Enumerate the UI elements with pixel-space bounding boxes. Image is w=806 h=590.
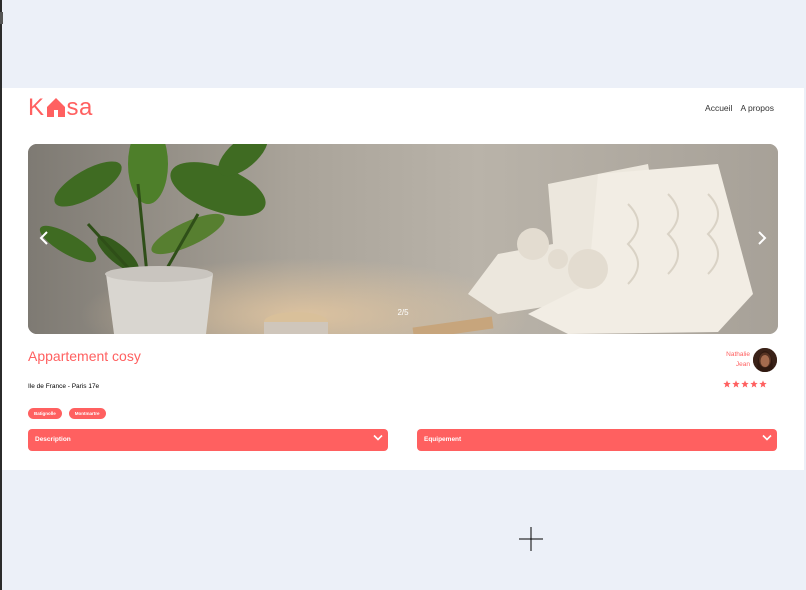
host-name: Nathalie Jean [726, 350, 750, 370]
crosshair-cursor-icon [519, 527, 543, 551]
star-icon [723, 380, 731, 388]
carousel-photo [28, 144, 778, 334]
next-arrow[interactable] [754, 230, 770, 246]
chevron-down-icon[interactable] [373, 434, 383, 442]
rating-stars [723, 380, 767, 388]
chevron-down-icon[interactable] [762, 434, 772, 442]
avatar-photo [753, 348, 777, 372]
description-collapse[interactable]: Description [28, 429, 388, 451]
description-label: Description [35, 436, 71, 443]
slide-counter: 2/5 [397, 308, 409, 317]
star-icon [750, 380, 758, 388]
listing-page: K sa Accueil A propos 2/5 Appartement co… [2, 88, 804, 470]
main-nav: Accueil A propos [705, 103, 774, 113]
tag-list: Batignolle Montmartre [28, 408, 106, 419]
listing-location: Ile de France - Paris 17e [28, 383, 100, 390]
nav-link-accueil[interactable]: Accueil [705, 103, 732, 113]
equipment-label: Equipement [424, 436, 462, 443]
avatar [753, 348, 777, 372]
equipment-collapse[interactable]: Equipement [417, 429, 777, 451]
window-edge-tick [0, 12, 3, 24]
star-icon [732, 380, 740, 388]
house-icon [46, 98, 65, 117]
tag: Montmartre [68, 408, 106, 419]
kasa-logo[interactable]: K sa [28, 95, 93, 121]
previous-arrow[interactable] [36, 230, 52, 246]
logo-letter-k: K [28, 94, 45, 121]
host-last-name: Jean [735, 361, 750, 368]
star-icon [759, 380, 767, 388]
chevron-right-icon [758, 231, 767, 245]
host-info: Nathalie Jean [726, 348, 777, 372]
tag: Batignolle [28, 408, 62, 419]
logo-letters-sa: sa [66, 94, 93, 121]
host-first-name: Nathalie [726, 351, 750, 358]
photo-carousel: 2/5 [28, 144, 778, 334]
star-icon [741, 380, 749, 388]
nav-link-a-propos[interactable]: A propos [740, 103, 774, 113]
chevron-left-icon [39, 231, 48, 245]
listing-title: Appartement cosy [28, 348, 141, 364]
